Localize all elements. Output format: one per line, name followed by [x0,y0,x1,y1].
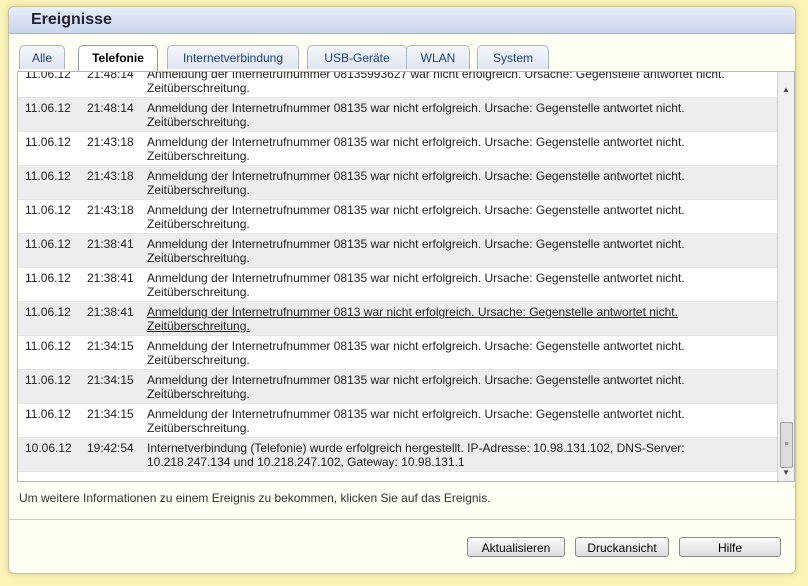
arrow-up-icon[interactable]: ▲ [778,82,794,98]
event-row[interactable]: 11.06.12 21:34:15 Anmeldung der Internet… [18,404,778,438]
event-time: 21:48:14 [87,71,134,81]
event-date: 11.06.12 [25,237,71,251]
event-message-line: Zeitüberschreitung. [147,217,250,231]
event-row[interactable]: 11.06.12 21:38:41 Anmeldung der Internet… [18,234,778,268]
event-time: 21:43:18 [87,135,134,149]
event-time: 21:48:14 [87,101,134,115]
event-date: 10.06.12 [25,441,72,455]
event-message-line: Anmeldung der Internetrufnummer 08135 wa… [147,135,685,149]
help-button[interactable]: Hilfe [679,537,781,557]
event-message-line: Zeitüberschreitung. [147,353,250,367]
event-date: 11.06.12 [25,71,71,81]
info-hint: Um weitere Informationen zu einem Ereign… [19,491,491,505]
event-time: 21:34:15 [87,407,134,421]
tab-wlan[interactable]: WLAN [406,45,470,69]
event-message-line: Zeitüberschreitung. [147,387,250,401]
event-message: Internetverbindung (Telefonie) wurde erf… [147,441,767,469]
event-rows: 11.06.12 21:48:14 Anmeldung der Internet… [18,71,778,472]
event-time: 21:38:41 [87,305,134,319]
event-message-line: Zeitüberschreitung. [147,421,250,435]
event-message-line: Anmeldung der Internetrufnummer 08135993… [147,71,725,81]
event-message: Anmeldung der Internetrufnummer 08135 wa… [147,373,767,401]
event-message-line: 10.218.247.134 und 10.218.247.102, Gatew… [147,455,465,469]
event-time: 21:38:41 [87,237,134,251]
event-time: 21:43:18 [87,169,134,183]
event-date: 11.06.12 [25,339,71,353]
event-message-line: Zeitüberschreitung. [147,319,250,333]
event-message-line: Anmeldung der Internetrufnummer 08135 wa… [147,203,685,217]
event-message: Anmeldung der Internetrufnummer 08135 wa… [147,101,767,129]
event-time: 19:42:54 [87,441,134,455]
event-message: Anmeldung der Internetrufnummer 08135 wa… [147,339,767,367]
event-message-line: Anmeldung der Internetrufnummer 08135 wa… [147,101,685,115]
event-date: 11.06.12 [25,203,71,217]
event-row[interactable]: 11.06.12 21:43:18 Anmeldung der Internet… [18,132,778,166]
scrollbar-thumb[interactable]: ≡ [780,422,793,468]
event-message: Anmeldung der Internetrufnummer 08135 wa… [147,135,767,163]
event-message-line: Zeitüberschreitung. [147,149,250,163]
event-message: Anmeldung der Internetrufnummer 08135 wa… [147,169,767,197]
window-title: Ereignisse [31,11,112,28]
event-row[interactable]: 11.06.12 21:38:41 Anmeldung der Internet… [18,268,778,302]
event-message-line: Anmeldung der Internetrufnummer 08135 wa… [147,271,685,285]
tab-alle[interactable]: Alle [19,45,65,69]
refresh-button[interactable]: Aktualisieren [467,537,565,557]
tab-telefonie[interactable]: Telefonie [78,45,158,72]
event-date: 11.06.12 [25,271,71,285]
event-date: 11.06.12 [25,169,71,183]
event-message-line: Zeitüberschreitung. [147,183,250,197]
event-row[interactable]: 11.06.12 21:48:14 Anmeldung der Internet… [18,98,778,132]
event-date: 11.06.12 [25,305,71,319]
event-message: Anmeldung der Internetrufnummer 08135 wa… [147,271,767,299]
event-date: 11.06.12 [25,407,71,421]
event-message-line: Zeitüberschreitung. [147,251,250,265]
event-row[interactable]: 11.06.12 21:43:18 Anmeldung der Internet… [18,166,778,200]
event-message: Anmeldung der Internetrufnummer 08135993… [147,71,767,95]
event-message-line: Anmeldung der Internetrufnummer 08135 wa… [147,407,685,421]
event-date: 11.06.12 [25,135,71,149]
tab-usb-geraete[interactable]: USB-Geräte [307,45,407,69]
event-message-line: Zeitüberschreitung. [147,285,250,299]
event-message-line: Zeitüberschreitung. [147,115,250,129]
title-bar: Ereignisse [9,7,795,34]
event-time: 21:34:15 [87,339,134,353]
event-date: 11.06.12 [25,373,71,387]
event-message-line: Anmeldung der Internetrufnummer 08135 wa… [147,237,685,251]
divider [9,519,795,520]
event-message-line: Anmeldung der Internetrufnummer 0813 war… [147,305,678,319]
event-message-line: Anmeldung der Internetrufnummer 08135 wa… [147,339,685,353]
event-message: Anmeldung der Internetrufnummer 08135 wa… [147,237,767,265]
event-message-line: Anmeldung der Internetrufnummer 08135 wa… [147,169,685,183]
event-message-line: Anmeldung der Internetrufnummer 08135 wa… [147,373,685,387]
event-time: 21:38:41 [87,271,134,285]
event-time: 21:34:15 [87,373,134,387]
event-message: Anmeldung der Internetrufnummer 08135 wa… [147,407,767,435]
event-date: 11.06.12 [25,101,71,115]
event-row[interactable]: 11.06.12 21:34:15 Anmeldung der Internet… [18,370,778,404]
event-row-hover[interactable]: 11.06.12 21:38:41 Anmeldung der Internet… [18,302,778,336]
tab-system[interactable]: System [477,45,549,69]
event-row[interactable]: 10.06.12 19:42:54 Internetverbindung (Te… [18,438,778,472]
event-message: Anmeldung der Internetrufnummer 08135 wa… [147,203,767,231]
event-message-line: Internetverbindung (Telefonie) wurde erf… [147,441,685,455]
tab-internetverbindung[interactable]: Internetverbindung [167,45,299,69]
event-time: 21:43:18 [87,203,134,217]
event-row[interactable]: 11.06.12 21:34:15 Anmeldung der Internet… [18,336,778,370]
vertical-scrollbar[interactable]: ▲ ≡ ▼ [777,72,794,481]
print-view-button[interactable]: Druckansicht [575,537,669,557]
event-row[interactable]: 11.06.12 21:48:14 Anmeldung der Internet… [18,71,778,98]
event-list: 11.06.12 21:48:14 Anmeldung der Internet… [17,71,795,482]
event-row[interactable]: 11.06.12 21:43:18 Anmeldung der Internet… [18,200,778,234]
arrow-down-icon[interactable]: ▼ [778,465,794,481]
events-panel: Ereignisse Alle Telefonie Internetverbin… [8,6,796,574]
event-message-line: Zeitüberschreitung. [147,81,250,95]
event-message: Anmeldung der Internetrufnummer 0813 war… [147,305,767,333]
